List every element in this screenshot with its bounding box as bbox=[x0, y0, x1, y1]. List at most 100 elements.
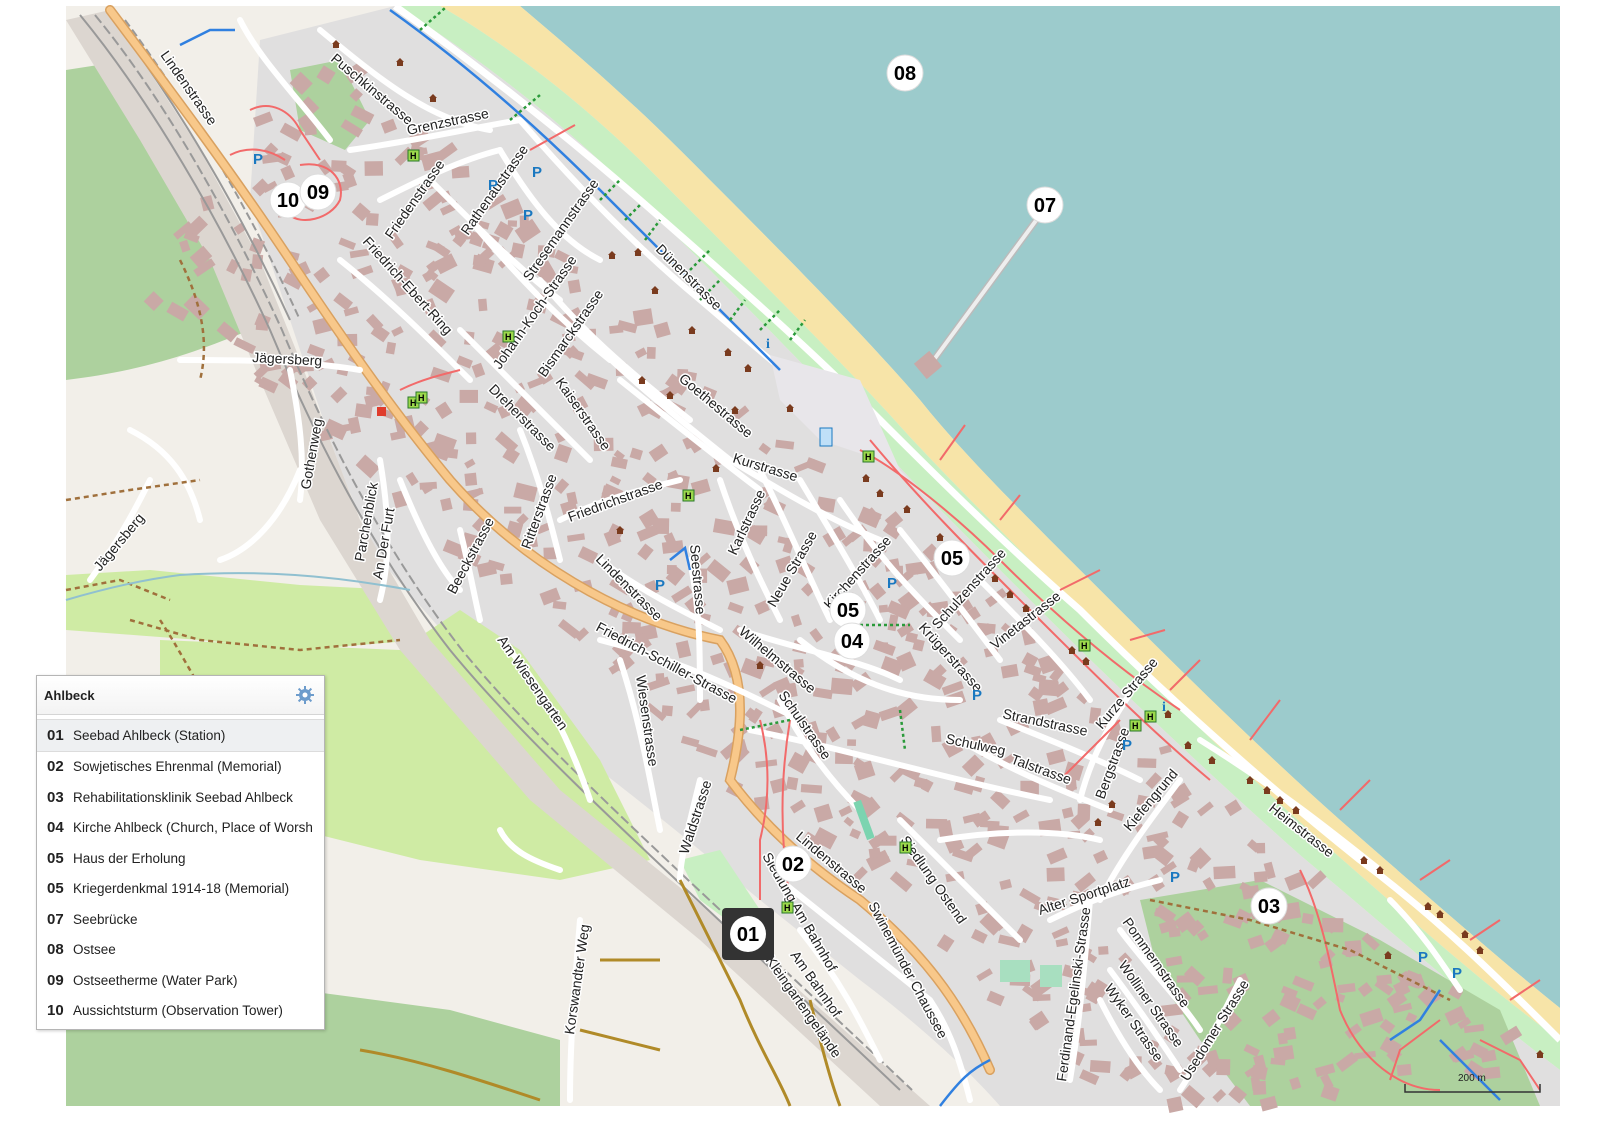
building bbox=[1216, 1059, 1231, 1076]
parking-icon: P bbox=[887, 575, 897, 592]
parking-icon: P bbox=[523, 207, 533, 224]
bus-stop-icon: H bbox=[1129, 719, 1142, 732]
info-board-icon bbox=[819, 427, 833, 447]
svg-text:10: 10 bbox=[277, 190, 299, 212]
building bbox=[364, 161, 384, 176]
parking-icon: P bbox=[1122, 737, 1132, 754]
legend-item[interactable]: 03 Rehabilitationsklinik Seebad Ahlbeck bbox=[37, 782, 324, 813]
building bbox=[419, 481, 438, 490]
building bbox=[830, 677, 854, 696]
marker-02[interactable]: 02 bbox=[774, 845, 812, 883]
parking-icon: P bbox=[972, 687, 982, 704]
marker-05-a[interactable]: 05 bbox=[933, 539, 971, 577]
building bbox=[365, 212, 379, 226]
building bbox=[632, 308, 654, 327]
building bbox=[567, 279, 582, 294]
building bbox=[499, 573, 513, 585]
legend-panel: Ahlbeck 01 Seebad Ahlbeck (Station) 02 Sow… bbox=[36, 675, 325, 1030]
building bbox=[465, 432, 477, 445]
legend-header: Ahlbeck bbox=[37, 676, 324, 715]
svg-text:H: H bbox=[902, 843, 909, 853]
legend-item[interactable]: 05 Kriegerdenkmal 1914-18 (Memorial) bbox=[37, 874, 324, 905]
building bbox=[1137, 758, 1157, 769]
marker-08[interactable]: 08 bbox=[886, 54, 924, 92]
building bbox=[1253, 871, 1268, 883]
building bbox=[879, 642, 889, 651]
parking-icon: P bbox=[532, 164, 542, 181]
legend-item[interactable]: 02 Sowjetisches Ehrenmal (Memorial) bbox=[37, 752, 324, 783]
legend-item[interactable]: 10 Aussichtsturm (Observation Tower) bbox=[37, 996, 324, 1027]
building bbox=[1046, 867, 1065, 882]
bus-stop-icon: H bbox=[862, 450, 875, 463]
building bbox=[1277, 1032, 1288, 1045]
marker-04[interactable]: 04 bbox=[833, 622, 871, 660]
svg-text:04: 04 bbox=[841, 631, 864, 653]
parking-icon: P bbox=[1452, 965, 1462, 982]
building bbox=[878, 604, 889, 613]
parking-icon: P bbox=[488, 177, 498, 194]
marker-01-selected[interactable]: 01 bbox=[722, 908, 774, 960]
bus-stop-icon: H bbox=[415, 391, 428, 404]
building bbox=[472, 254, 487, 267]
building bbox=[786, 776, 799, 791]
building bbox=[464, 472, 478, 487]
building bbox=[478, 298, 488, 312]
building bbox=[1256, 842, 1266, 854]
marker-05-b[interactable]: 05 bbox=[829, 591, 867, 629]
legend-item[interactable]: 05 Haus der Erholung bbox=[37, 843, 324, 874]
building bbox=[868, 847, 881, 859]
building bbox=[1098, 946, 1109, 955]
building bbox=[504, 506, 522, 514]
building bbox=[670, 502, 681, 512]
svg-text:H: H bbox=[505, 332, 512, 342]
svg-text:09: 09 bbox=[307, 182, 329, 204]
parking-icon: P bbox=[1418, 949, 1428, 966]
svg-text:05: 05 bbox=[837, 600, 859, 622]
building bbox=[646, 346, 656, 359]
parking-icon: P bbox=[655, 577, 665, 594]
info-icon: i bbox=[1162, 700, 1166, 715]
building bbox=[931, 725, 942, 743]
marker-07[interactable]: 07 bbox=[1026, 186, 1064, 224]
building bbox=[552, 600, 567, 610]
svg-text:01: 01 bbox=[737, 924, 759, 946]
legend-title: Ahlbeck bbox=[44, 687, 95, 703]
svg-text:07: 07 bbox=[1034, 195, 1056, 217]
svg-text:H: H bbox=[410, 151, 417, 161]
legend-item[interactable]: 01 Seebad Ahlbeck (Station) bbox=[37, 719, 324, 752]
svg-text:H: H bbox=[784, 903, 791, 913]
bus-stop-icon: H bbox=[407, 149, 420, 162]
building bbox=[1213, 865, 1236, 880]
building bbox=[1396, 1063, 1412, 1077]
parking-icon: P bbox=[253, 151, 263, 168]
building bbox=[354, 403, 373, 419]
bus-stop-icon: H bbox=[1144, 710, 1157, 723]
bus-stop-icon: H bbox=[1078, 639, 1091, 652]
svg-text:08: 08 bbox=[894, 63, 916, 85]
legend-item[interactable]: 04 Kirche Ahlbeck (Church, Place of Worsh bbox=[37, 813, 324, 844]
building bbox=[1222, 967, 1233, 984]
legend-list: 01 Seebad Ahlbeck (Station) 02 Sowjetische… bbox=[37, 715, 324, 1026]
legend-item[interactable]: 09 Ostseetherme (Water Park) bbox=[37, 965, 324, 996]
building bbox=[1483, 1066, 1501, 1080]
legend-item[interactable]: 07 Seebrücke bbox=[37, 904, 324, 935]
building bbox=[925, 818, 948, 829]
building bbox=[1321, 917, 1344, 933]
svg-text:H: H bbox=[865, 452, 872, 462]
marker-03[interactable]: 03 bbox=[1250, 887, 1288, 925]
bus-stop-icon: H bbox=[899, 841, 912, 854]
building bbox=[459, 389, 478, 403]
legend-item[interactable]: 08 Ostsee bbox=[37, 935, 324, 966]
bus-stop-icon: H bbox=[502, 330, 515, 343]
marker-09[interactable]: 09 bbox=[299, 173, 337, 211]
building bbox=[666, 565, 677, 575]
building bbox=[1089, 1060, 1111, 1073]
svg-text:H: H bbox=[1132, 721, 1139, 731]
sport-field-2 bbox=[1040, 965, 1062, 987]
gear-icon[interactable] bbox=[294, 684, 316, 706]
parking-icon: P bbox=[1170, 869, 1180, 886]
building bbox=[1079, 1039, 1097, 1047]
sport-field-1 bbox=[1000, 960, 1030, 982]
svg-text:H: H bbox=[418, 393, 425, 403]
svg-text:H: H bbox=[1081, 641, 1088, 651]
